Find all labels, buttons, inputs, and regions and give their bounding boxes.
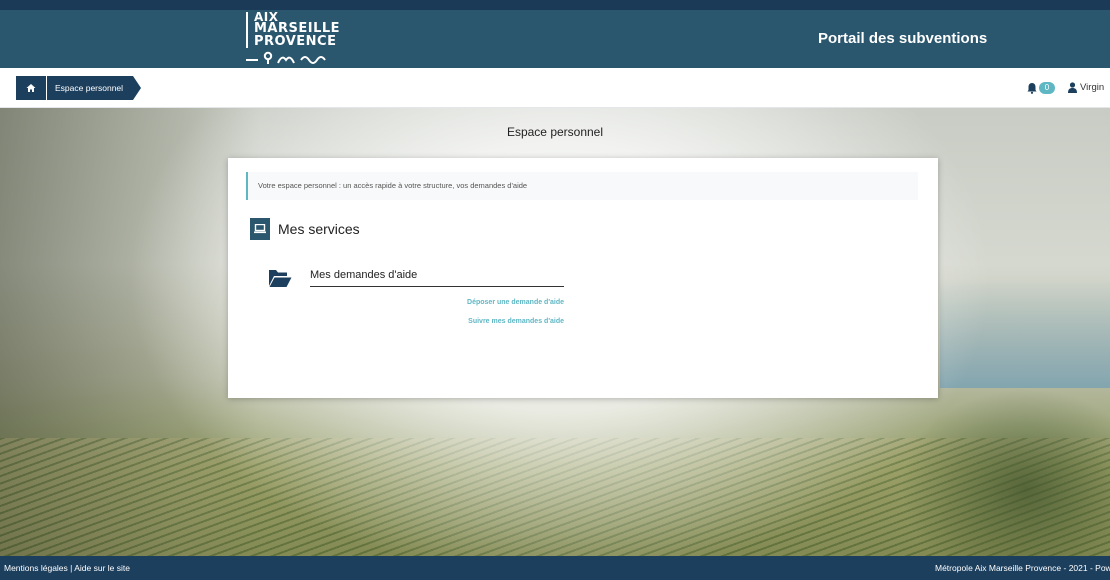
footer-copyright: Métropole Aix Marseille Provence - 2021 …	[935, 563, 1110, 573]
laptop-icon	[254, 224, 266, 234]
services-title: Mes services	[278, 221, 360, 237]
services-icon-box	[250, 218, 270, 240]
logo-bar	[246, 12, 248, 48]
suivre-demandes-link[interactable]: Suivre mes demandes d'aide	[310, 318, 564, 325]
breadcrumb-current[interactable]: Espace personnel	[47, 76, 133, 100]
page-title: Espace personnel	[506, 125, 604, 139]
info-banner: Votre espace personnel : un accès rapide…	[246, 172, 918, 200]
home-icon	[26, 84, 36, 92]
user-name[interactable]: Virgin	[1080, 82, 1110, 93]
breadcrumb-bar: Espace personnel	[0, 68, 1110, 108]
portal-title: Portail des subventions	[818, 30, 988, 47]
site-header: AIX MARSEILLE PROVENCE Portail des subve…	[0, 10, 1110, 68]
user-icon[interactable]	[1068, 82, 1077, 93]
notification-badge[interactable]: 0	[1039, 82, 1055, 94]
breadcrumb-home[interactable]	[16, 76, 46, 100]
logo[interactable]: AIX MARSEILLE PROVENCE	[246, 10, 346, 68]
logo-line-3: PROVENCE	[254, 34, 337, 49]
services-card: Votre espace personnel : un accès rapide…	[228, 158, 938, 398]
bell-icon[interactable]	[1027, 82, 1037, 94]
footer-links[interactable]: Mentions légales | Aide sur le site	[4, 556, 130, 580]
deposer-demande-link[interactable]: Déposer une demande d'aide	[310, 299, 564, 306]
breadcrumb-arrow	[133, 76, 141, 100]
folder-open-icon	[269, 270, 292, 287]
demandes-title: Mes demandes d'aide	[310, 269, 564, 287]
site-footer: Mentions légales | Aide sur le site Métr…	[0, 556, 1110, 580]
logo-wave-icon	[246, 51, 326, 64]
